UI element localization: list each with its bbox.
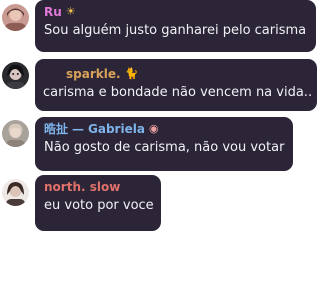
eye-icon: ◉ [148,122,159,135]
cat-icon: 🐈 [124,67,139,80]
avatar[interactable] [2,4,29,31]
author-prefix: 晧扯 [44,122,69,136]
author-line: 晧扯 — Gabriela ◉ [44,122,284,136]
author-name[interactable]: Ru [44,5,62,19]
author-line: sparkle. 🐈 [66,67,308,81]
chat-log: Ru ☀ Sou alguém justo ganharei pelo cari… [0,0,320,282]
author-line: Ru ☀ [44,5,307,19]
avatar[interactable] [2,120,29,147]
message-text: eu voto por voce [44,198,154,213]
author-separator: — [72,122,85,136]
author-name[interactable]: Gabriela [88,122,145,136]
author-name[interactable]: sparkle. [66,67,121,81]
message-text: Não gosto de carisma, não vou votar [44,140,285,155]
avatar[interactable] [2,62,29,89]
author-name[interactable]: north. slow [44,180,120,194]
message-bubble: sparkle. 🐈 carisma e bondade não vencem … [35,59,317,111]
message-text: carisma e bondade não vencem na vida.. [43,85,313,100]
message-text: Sou alguém justo ganharei pelo carisma [44,23,307,38]
message-bubble: north. slow eu voto por voce [35,175,161,231]
avatar[interactable] [2,179,29,206]
message-bubble: Ru ☀ Sou alguém justo ganharei pelo cari… [35,0,316,52]
author-line: north. slow [44,180,152,194]
sun-icon: ☀ [65,5,76,18]
message-bubble: 晧扯 — Gabriela ◉ Não gosto de carisma, nã… [35,117,293,171]
